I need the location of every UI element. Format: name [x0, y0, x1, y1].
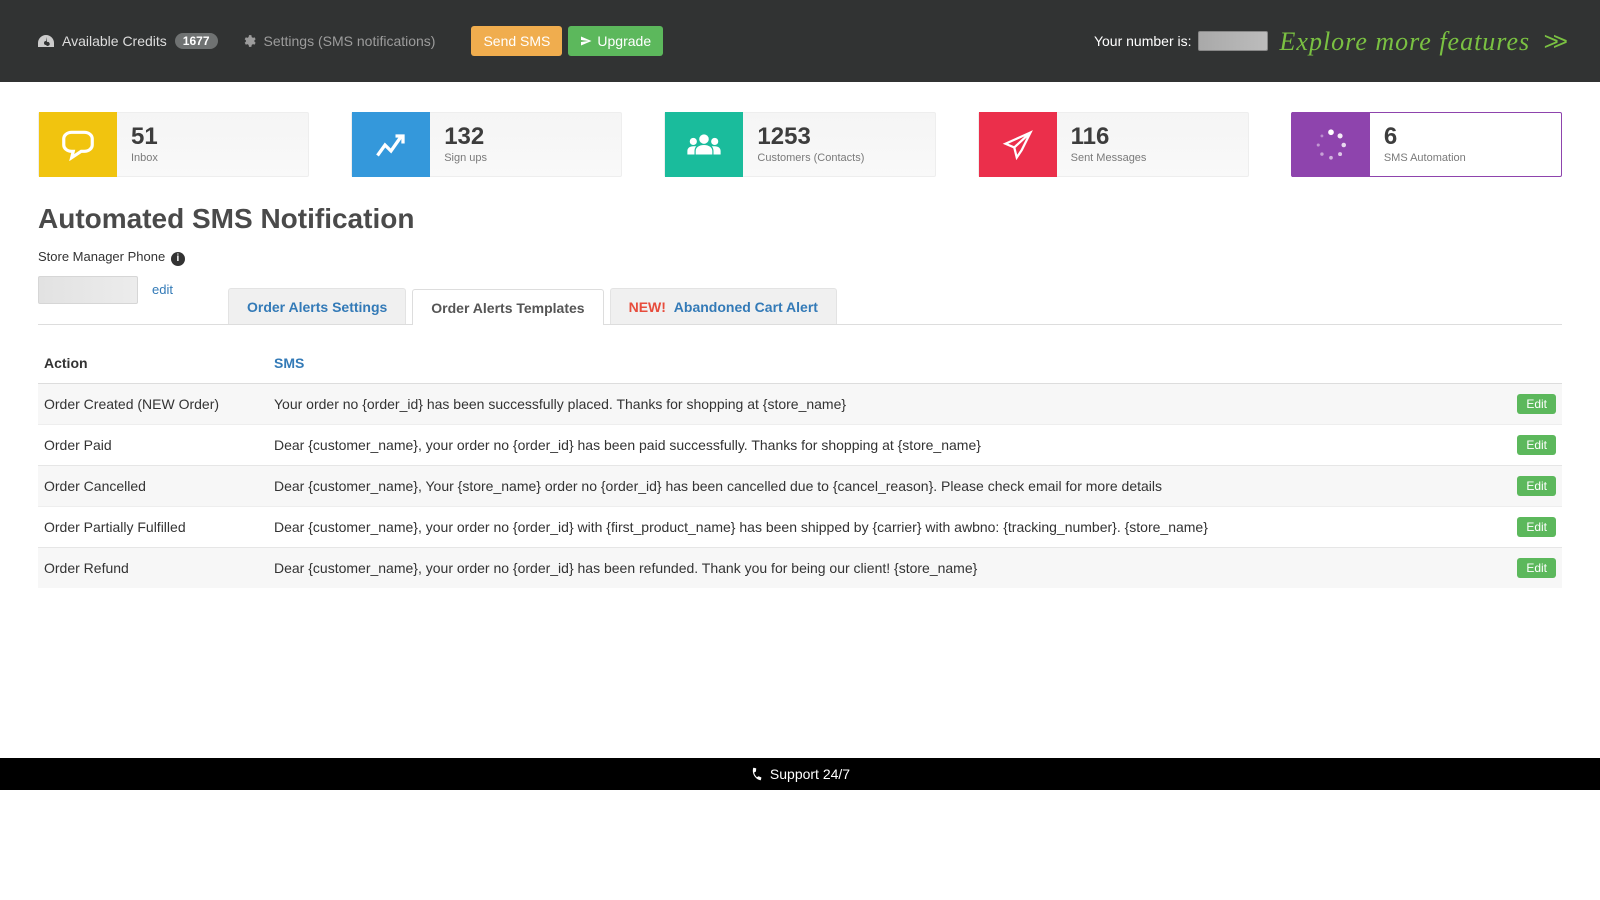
table-header-action: Action — [38, 343, 268, 384]
stat-card-signups[interactable]: 132 Sign ups — [351, 112, 622, 177]
send-sms-button[interactable]: Send SMS — [471, 26, 562, 56]
cell-action: Order Cancelled — [38, 465, 268, 506]
sms-header-link[interactable]: SMS — [274, 355, 304, 371]
store-manager-phone-label-row: Store Manager Phone i — [0, 249, 1600, 266]
credits-block[interactable]: Available Credits 1677 — [38, 33, 218, 49]
table-row: Order Partially FulfilledDear {customer_… — [38, 506, 1562, 547]
edit-button[interactable]: Edit — [1517, 517, 1556, 537]
info-icon[interactable]: i — [171, 252, 185, 266]
stat-label: Inbox — [131, 152, 158, 164]
settings-link[interactable]: Settings (SMS notifications) — [242, 33, 436, 49]
chart-line-icon — [352, 112, 430, 177]
table-header-edit — [1504, 343, 1562, 384]
edit-button[interactable]: Edit — [1517, 476, 1556, 496]
cell-action: Order Created (NEW Order) — [38, 383, 268, 424]
credits-badge: 1677 — [175, 33, 218, 49]
phone-icon — [748, 765, 765, 782]
tab-order-alerts-templates[interactable]: Order Alerts Templates — [412, 289, 603, 325]
tab-abandoned-cart[interactable]: NEW! Abandoned Cart Alert — [610, 288, 837, 324]
spinner-icon — [1292, 112, 1370, 177]
cell-sms: Dear {customer_name}, your order no {ord… — [268, 506, 1504, 547]
stat-label: SMS Automation — [1384, 152, 1466, 164]
stat-card-automation[interactable]: 6 SMS Automation — [1291, 112, 1562, 177]
paper-plane-icon — [979, 112, 1057, 177]
cell-sms: Dear {customer_name}, your order no {ord… — [268, 424, 1504, 465]
stat-value: 1253 — [757, 125, 864, 149]
dashboard-icon — [38, 34, 54, 48]
stat-card-inbox[interactable]: 51 Inbox — [38, 112, 309, 177]
tab-label: Order Alerts Settings — [247, 299, 387, 315]
users-icon — [665, 112, 743, 177]
chat-icon — [39, 112, 117, 177]
cell-edit: Edit — [1504, 547, 1562, 588]
settings-label: Settings (SMS notifications) — [264, 33, 436, 49]
footer-label: Support 24/7 — [770, 766, 850, 782]
your-number-label: Your number is: — [1094, 33, 1192, 49]
topbar-right: Your number is: Explore more features >> — [1094, 26, 1562, 57]
cell-sms: Dear {customer_name}, Your {store_name} … — [268, 465, 1504, 506]
footer-support[interactable]: Support 24/7 — [0, 758, 1600, 790]
chevron-double-right-icon: >> — [1544, 26, 1562, 56]
edit-button[interactable]: Edit — [1517, 394, 1556, 414]
table-row: Order RefundDear {customer_name}, your o… — [38, 547, 1562, 588]
tabs-bar: Order Alerts Settings Order Alerts Templ… — [38, 288, 1562, 325]
templates-table-wrap: Action SMS Order Created (NEW Order)Your… — [0, 325, 1600, 588]
stat-value: 116 — [1071, 125, 1147, 149]
new-badge: NEW! — [629, 299, 666, 315]
cell-edit: Edit — [1504, 465, 1562, 506]
templates-table: Action SMS Order Created (NEW Order)Your… — [38, 343, 1562, 588]
edit-button[interactable]: Edit — [1517, 558, 1556, 578]
explore-features-link[interactable]: Explore more features >> — [1280, 26, 1562, 57]
credits-label: Available Credits — [62, 33, 167, 49]
stat-card-customers[interactable]: 1253 Customers (Contacts) — [664, 112, 935, 177]
stat-value: 51 — [131, 125, 158, 149]
store-manager-phone-label: Store Manager Phone — [38, 249, 165, 264]
cell-edit: Edit — [1504, 424, 1562, 465]
table-row: Order Created (NEW Order)Your order no {… — [38, 383, 1562, 424]
table-row: Order PaidDear {customer_name}, your ord… — [38, 424, 1562, 465]
upgrade-label: Upgrade — [597, 33, 651, 49]
your-number-block: Your number is: — [1094, 31, 1268, 51]
explore-label: Explore more features — [1280, 27, 1531, 56]
gear-icon — [242, 34, 256, 48]
plane-icon — [580, 35, 592, 47]
table-row: Order CancelledDear {customer_name}, You… — [38, 465, 1562, 506]
stat-value: 6 — [1384, 125, 1466, 149]
upgrade-button[interactable]: Upgrade — [568, 26, 663, 56]
cell-sms: Dear {customer_name}, your order no {ord… — [268, 547, 1504, 588]
page-title: Automated SMS Notification — [0, 197, 1600, 249]
cell-edit: Edit — [1504, 506, 1562, 547]
phone-number-redacted — [1198, 31, 1268, 51]
edit-button[interactable]: Edit — [1517, 435, 1556, 455]
stat-label: Sent Messages — [1071, 152, 1147, 164]
table-header-sms[interactable]: SMS — [268, 343, 1504, 384]
tab-label: Order Alerts Templates — [431, 300, 584, 316]
stats-row: 51 Inbox 132 Sign ups 1253 Customers (Co… — [0, 82, 1600, 197]
topbar-buttons: Send SMS Upgrade — [471, 26, 663, 56]
stat-card-sent[interactable]: 116 Sent Messages — [978, 112, 1249, 177]
stat-value: 132 — [444, 125, 487, 149]
tab-label: Abandoned Cart Alert — [674, 299, 818, 315]
cell-action: Order Refund — [38, 547, 268, 588]
stat-label: Customers (Contacts) — [757, 152, 864, 164]
topbar: Available Credits 1677 Settings (SMS not… — [0, 0, 1600, 82]
cell-action: Order Paid — [38, 424, 268, 465]
cell-action: Order Partially Fulfilled — [38, 506, 268, 547]
cell-sms: Your order no {order_id} has been succes… — [268, 383, 1504, 424]
stat-label: Sign ups — [444, 152, 487, 164]
cell-edit: Edit — [1504, 383, 1562, 424]
tab-order-alerts-settings[interactable]: Order Alerts Settings — [228, 288, 406, 324]
